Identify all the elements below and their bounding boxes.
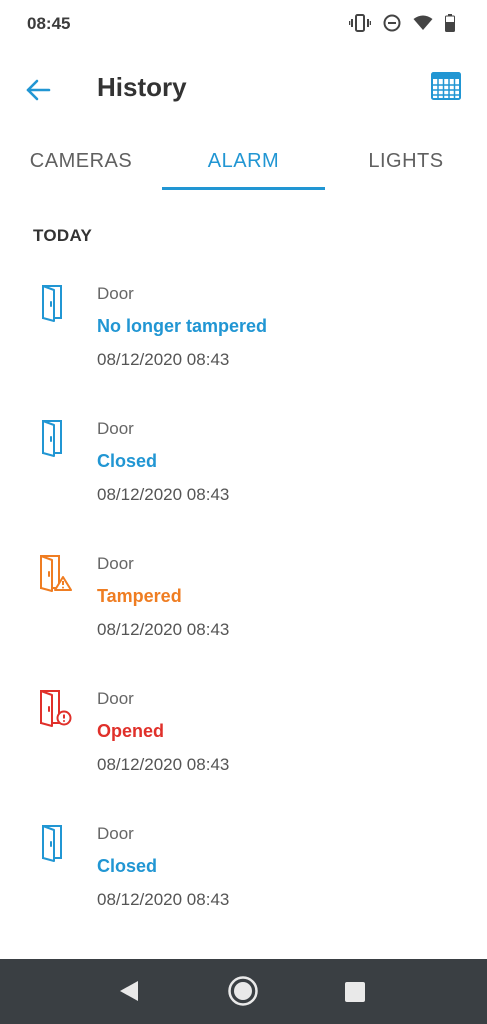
back-button[interactable] bbox=[22, 74, 54, 106]
calendar-button[interactable] bbox=[431, 72, 465, 106]
arrow-left-icon bbox=[26, 79, 51, 101]
door-icon bbox=[42, 825, 62, 862]
event-time: 08/12/2020 08:43 bbox=[97, 620, 230, 639]
history-item[interactable]: Door Closed 08/12/2020 08:43 bbox=[0, 419, 487, 529]
event-device: Door bbox=[97, 824, 134, 843]
status-time: 08:45 bbox=[27, 14, 71, 33]
history-item[interactable]: Door Tampered 08/12/2020 08:43 bbox=[0, 554, 487, 664]
calendar-icon bbox=[431, 72, 461, 100]
nav-back-icon[interactable] bbox=[118, 979, 140, 1003]
nav-recents-icon[interactable] bbox=[345, 982, 365, 1002]
history-item[interactable]: Door No longer tampered 08/12/2020 08:43 bbox=[0, 284, 487, 394]
event-status: Closed bbox=[97, 451, 158, 471]
event-status: Closed bbox=[97, 856, 158, 876]
door-icon bbox=[42, 285, 62, 322]
history-item[interactable]: Door Closed 08/12/2020 08:43 bbox=[0, 824, 487, 934]
door-icon bbox=[42, 420, 62, 457]
do-not-disturb-icon bbox=[383, 14, 401, 32]
event-time: 08/12/2020 08:43 bbox=[97, 350, 230, 369]
wifi-icon bbox=[413, 15, 433, 30]
event-device: Door bbox=[97, 284, 134, 303]
event-status: Tampered bbox=[97, 586, 182, 606]
vibrate-icon bbox=[349, 14, 371, 32]
app-bar: History bbox=[0, 50, 487, 130]
event-device: Door bbox=[97, 554, 134, 573]
history-item[interactable]: Door Opened 08/12/2020 08:43 bbox=[0, 689, 487, 799]
page-title: History bbox=[97, 72, 187, 102]
status-bar: 08:45 bbox=[0, 0, 487, 50]
event-time: 08/12/2020 08:43 bbox=[97, 485, 230, 504]
tab-lights[interactable]: LIGHTS bbox=[325, 130, 487, 192]
door-warning-icon bbox=[40, 555, 72, 592]
event-status: No longer tampered bbox=[97, 316, 268, 336]
door-alert-icon bbox=[40, 690, 72, 727]
nav-home-icon[interactable] bbox=[227, 975, 259, 1007]
event-time: 08/12/2020 08:43 bbox=[97, 755, 230, 774]
event-device: Door bbox=[97, 689, 134, 708]
tab-indicator bbox=[162, 187, 325, 190]
tab-cameras[interactable]: CAMERAS bbox=[0, 130, 162, 192]
status-icons bbox=[349, 14, 455, 32]
tab-alarm[interactable]: ALARM bbox=[162, 130, 325, 192]
battery-icon bbox=[445, 14, 455, 32]
system-nav-bar bbox=[0, 959, 487, 1024]
event-time: 08/12/2020 08:43 bbox=[97, 890, 230, 909]
tab-bar: CAMERAS ALARM LIGHTS bbox=[0, 130, 487, 192]
event-device: Door bbox=[97, 419, 134, 438]
event-status: Opened bbox=[97, 721, 165, 741]
section-header-today: TODAY bbox=[33, 226, 93, 245]
